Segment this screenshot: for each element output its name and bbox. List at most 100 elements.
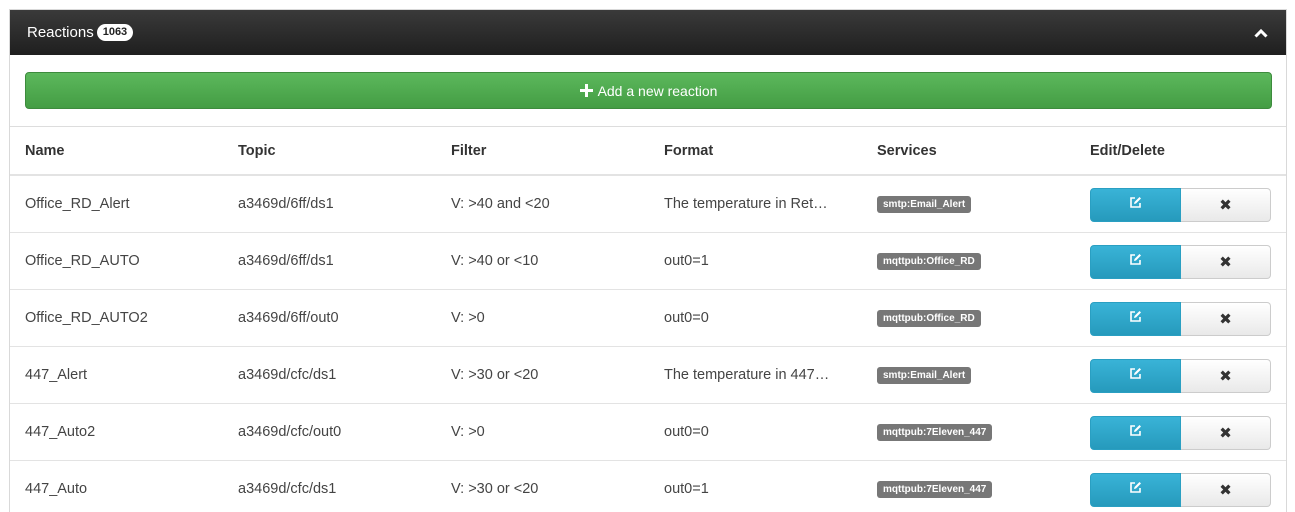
close-icon: ✖ — [1219, 424, 1232, 442]
delete-button[interactable]: ✖ — [1181, 301, 1271, 336]
table-row: 447_Auto a3469d/cfc/ds1 V: >30 or <20 ou… — [10, 460, 1286, 512]
cell-format: out0=0 — [649, 289, 862, 347]
action-group: ✖ — [1090, 415, 1271, 450]
edit-icon — [1129, 367, 1142, 384]
edit-icon — [1129, 481, 1142, 498]
panel-title-text: Reactions — [27, 24, 94, 41]
close-icon: ✖ — [1219, 310, 1232, 328]
cell-actions: ✖ — [1075, 346, 1286, 404]
cell-format: out0=0 — [649, 403, 862, 461]
cell-filter: V: >30 or <20 — [436, 460, 649, 512]
service-label: smtp:Email_Alert — [877, 366, 972, 384]
cell-actions: ✖ — [1075, 175, 1286, 233]
action-group: ✖ — [1090, 187, 1271, 222]
cell-format: out0=1 — [649, 232, 862, 290]
delete-button[interactable]: ✖ — [1181, 415, 1271, 450]
edit-button[interactable] — [1090, 472, 1181, 507]
header-format: Format — [649, 127, 862, 176]
cell-actions: ✖ — [1075, 232, 1286, 290]
action-group: ✖ — [1090, 244, 1271, 279]
close-icon: ✖ — [1219, 367, 1232, 385]
count-badge: 1063 — [96, 24, 134, 41]
add-reaction-label: Add a new reaction — [597, 82, 718, 99]
cell-filter: V: >40 and <20 — [436, 175, 649, 233]
action-group: ✖ — [1090, 472, 1271, 507]
cell-actions: ✖ — [1075, 289, 1286, 347]
header-filter: Filter — [436, 127, 649, 176]
table-row: 447_Auto2 a3469d/cfc/out0 V: >0 out0=0 m… — [10, 403, 1286, 461]
cell-filter: V: >40 or <10 — [436, 232, 649, 290]
cell-name: 447_Alert — [10, 346, 223, 404]
cell-services: mqttpub:Office_RD — [862, 232, 1075, 290]
service-label: smtp:Email_Alert — [877, 195, 972, 213]
table-row: Office_RD_AUTO a3469d/6ff/ds1 V: >40 or … — [10, 232, 1286, 290]
plus-icon — [579, 83, 593, 98]
cell-services: smtp:Email_Alert — [862, 175, 1075, 233]
reactions-panel: Reactions 1063 Add a new reaction Name T… — [9, 9, 1287, 512]
cell-services: mqttpub:Office_RD — [862, 289, 1075, 347]
cell-topic: a3469d/6ff/out0 — [223, 289, 436, 347]
service-label: mqttpub:Office_RD — [877, 309, 981, 327]
cell-actions: ✖ — [1075, 403, 1286, 461]
delete-button[interactable]: ✖ — [1181, 358, 1271, 393]
edit-button[interactable] — [1090, 415, 1181, 450]
edit-icon — [1129, 196, 1142, 213]
cell-name: 447_Auto — [10, 460, 223, 512]
cell-topic: a3469d/6ff/ds1 — [223, 175, 436, 233]
cell-services: mqttpub:7Eleven_447 — [862, 403, 1075, 461]
close-icon: ✖ — [1219, 481, 1232, 499]
add-reaction-button[interactable]: Add a new reaction — [25, 72, 1272, 109]
cell-actions: ✖ — [1075, 460, 1286, 512]
service-label: mqttpub:7Eleven_447 — [877, 480, 993, 498]
cell-services: smtp:Email_Alert — [862, 346, 1075, 404]
cell-topic: a3469d/6ff/ds1 — [223, 232, 436, 290]
cell-name: Office_RD_AUTO — [10, 232, 223, 290]
edit-button[interactable] — [1090, 358, 1181, 393]
cell-filter: V: >0 — [436, 289, 649, 347]
edit-icon — [1129, 310, 1142, 327]
header-edit-delete: Edit/Delete — [1075, 127, 1286, 176]
edit-button[interactable] — [1090, 301, 1181, 336]
cell-topic: a3469d/cfc/out0 — [223, 403, 436, 461]
delete-button[interactable]: ✖ — [1181, 244, 1271, 279]
reactions-table: Name Topic Filter Format Services Edit/D… — [10, 127, 1286, 512]
format-text: out0=0 — [664, 309, 709, 326]
header-name: Name — [10, 127, 223, 176]
cell-format: The temperature in Ret… — [649, 175, 862, 233]
cell-topic: a3469d/cfc/ds1 — [223, 460, 436, 512]
format-text: out0=1 — [664, 480, 709, 497]
format-text: out0=1 — [664, 252, 709, 269]
panel-title: Reactions 1063 — [27, 24, 134, 41]
chevron-up-icon[interactable] — [1253, 25, 1269, 41]
table-row: 447_Alert a3469d/cfc/ds1 V: >30 or <20 T… — [10, 346, 1286, 404]
table-row: Office_RD_AUTO2 a3469d/6ff/out0 V: >0 ou… — [10, 289, 1286, 347]
action-group: ✖ — [1090, 301, 1271, 336]
edit-icon — [1129, 253, 1142, 270]
delete-button[interactable]: ✖ — [1181, 472, 1271, 507]
cell-name: Office_RD_Alert — [10, 175, 223, 233]
cell-filter: V: >30 or <20 — [436, 346, 649, 404]
format-text: The temperature in Ret… — [664, 195, 828, 212]
delete-button[interactable]: ✖ — [1181, 187, 1271, 222]
table-header-row: Name Topic Filter Format Services Edit/D… — [10, 127, 1286, 176]
cell-topic: a3469d/cfc/ds1 — [223, 346, 436, 404]
action-group: ✖ — [1090, 358, 1271, 393]
cell-format: The temperature in 447… — [649, 346, 862, 404]
header-services: Services — [862, 127, 1075, 176]
header-topic: Topic — [223, 127, 436, 176]
service-label: mqttpub:Office_RD — [877, 252, 981, 270]
format-text: The temperature in 447… — [664, 366, 830, 383]
edit-button[interactable] — [1090, 187, 1181, 222]
cell-filter: V: >0 — [436, 403, 649, 461]
close-icon: ✖ — [1219, 253, 1232, 271]
service-label: mqttpub:7Eleven_447 — [877, 423, 993, 441]
cell-services: mqttpub:7Eleven_447 — [862, 460, 1075, 512]
edit-button[interactable] — [1090, 244, 1181, 279]
format-text: out0=0 — [664, 423, 709, 440]
edit-icon — [1129, 424, 1142, 441]
panel-header: Reactions 1063 — [10, 10, 1286, 55]
close-icon: ✖ — [1219, 196, 1232, 214]
cell-format: out0=1 — [649, 460, 862, 512]
cell-name: 447_Auto2 — [10, 403, 223, 461]
cell-name: Office_RD_AUTO2 — [10, 289, 223, 347]
